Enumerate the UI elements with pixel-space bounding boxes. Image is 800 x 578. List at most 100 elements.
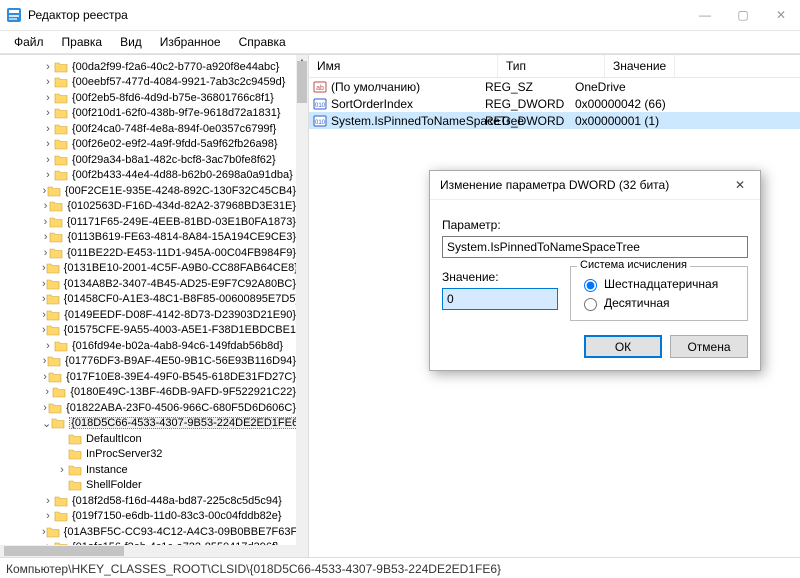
- expand-chevron-icon[interactable]: ›: [42, 169, 54, 181]
- window-title: Редактор реестра: [28, 8, 128, 22]
- tree-item[interactable]: ›{00eebf57-477d-4084-9921-7ab3c2c9459d}: [0, 75, 296, 91]
- tree-item-label: {01776DF3-B9AF-4E50-9B1C-56E93B116D94}: [65, 355, 296, 367]
- close-button[interactable]: ✕: [762, 0, 800, 30]
- tree-item[interactable]: ›{01458CF0-A1E3-48C1-B8F85-00600895E7D5}: [0, 292, 296, 308]
- value-data: 0x00000042 (66): [575, 97, 800, 111]
- tree-hscroll[interactable]: [0, 545, 308, 557]
- expand-chevron-icon[interactable]: ›: [42, 76, 54, 88]
- expand-chevron-icon[interactable]: ›: [42, 200, 49, 212]
- tree-item[interactable]: ›{00f26e02-e9f2-4a9f-9fdd-5a9f62fb26a98}: [0, 137, 296, 153]
- string-value-icon: ab: [313, 80, 327, 94]
- tree-item[interactable]: ›{0113B619-FE63-4814-8A84-15A194CE9CE3}: [0, 230, 296, 246]
- expand-chevron-icon[interactable]: ›: [42, 216, 49, 228]
- expand-chevron-icon[interactable]: ›: [42, 386, 52, 398]
- radio-dec[interactable]: Десятичная: [579, 295, 739, 311]
- tree-item[interactable]: ›{017F10E8-39E4-49F0-B545-618DE31FD27C}: [0, 369, 296, 385]
- tree-item[interactable]: › {00f210d1-62f0-438b-9f7e-9618d72a1831}: [0, 106, 296, 122]
- tree-item[interactable]: › {016fd94e-b02a-4ab8-94c6-149fdab56b8d}: [0, 338, 296, 354]
- col-value[interactable]: Значение: [605, 55, 675, 77]
- tree-item-label: {00f2b433-44e4-4d88-b62b0-2698a0a91dba}: [72, 169, 293, 181]
- tree-item[interactable]: ›{01575CFE-9A55-4003-A5E1-F38D1EBDCBE1}: [0, 323, 296, 339]
- tree-item[interactable]: ›{0131BE10-2001-4C5F-A9B0-CC88FAB64CE8}: [0, 261, 296, 277]
- expand-chevron-icon[interactable]: ›: [42, 247, 49, 259]
- tree-item[interactable]: ›{01822ABA-23F0-4506-966C-680F5D6D606C}: [0, 400, 296, 416]
- radio-hex-input[interactable]: [584, 279, 597, 292]
- tree-item[interactable]: › {00f2b433-44e4-4d88-b62b0-2698a0a91dba}: [0, 168, 296, 184]
- expand-chevron-icon[interactable]: ›: [42, 154, 54, 166]
- tree-item[interactable]: ›{0102563D-F16D-434d-82A2-37968BD3E31E}: [0, 199, 296, 215]
- dialog-close-button[interactable]: ✕: [726, 175, 754, 195]
- value-input[interactable]: [442, 288, 558, 310]
- tree-item-label: InProcServer32: [86, 448, 162, 460]
- expand-chevron-icon[interactable]: ›: [42, 495, 54, 507]
- expand-chevron-icon[interactable]: ›: [42, 510, 54, 522]
- expand-chevron-icon[interactable]: ›: [42, 107, 54, 119]
- tree-item-label: {017F10E8-39E4-49F0-B545-618DE31FD27C}: [66, 371, 296, 383]
- tree-item-label: ShellFolder: [86, 479, 142, 491]
- tree-item[interactable]: ›{00f2eb5-8fd6-4d9d-b75e-36801766c8f1}: [0, 90, 296, 106]
- tree-vscroll[interactable]: ▲ ▼: [296, 55, 308, 557]
- value-data: 0x00000001 (1): [575, 114, 800, 128]
- expand-chevron-icon[interactable]: ›: [42, 231, 49, 243]
- expand-chevron-icon[interactable]: ›: [42, 92, 54, 104]
- tree-item[interactable]: ⌄{018D5C66-4533-4307-9B53-224DE2ED1FE6}: [0, 416, 296, 432]
- value-type: REG_DWORD: [485, 97, 575, 111]
- edit-dword-dialog: Изменение параметра DWORD (32 бита) ✕ Па…: [429, 170, 761, 371]
- values-pane: Имя Тип Значение ab(По умолчанию)REG_SZO…: [309, 55, 800, 557]
- radio-hex[interactable]: Шестнадцатеричная: [579, 276, 739, 292]
- tree-item-label: {011BE22D-E453-11D1-945A-00C04FB984F9}: [67, 247, 296, 259]
- tree-item[interactable]: DefaultIcon: [0, 431, 296, 447]
- tree-item-label: Instance: [86, 464, 128, 476]
- expand-chevron-icon[interactable]: ⌄: [42, 417, 51, 430]
- tree-item-label: {01458CF0-A1E3-48C1-B8F85-00600895E7D5}: [64, 293, 299, 305]
- value-type: REG_SZ: [485, 80, 575, 94]
- regedit-icon: [6, 7, 22, 23]
- tree-item[interactable]: ›{019f7150-e6db-11d0-83c3-00c04fddb82e}: [0, 509, 296, 525]
- col-name[interactable]: Имя: [309, 55, 498, 77]
- expand-chevron-icon[interactable]: ›: [42, 138, 54, 150]
- maximize-button[interactable]: ▢: [724, 0, 762, 30]
- value-row[interactable]: 010System.IsPinnedToNameSpaceTreeREG_DWO…: [309, 112, 800, 129]
- tree-item[interactable]: ›{0180E49C-13BF-46DB-9AFD-9F522921C22}: [0, 385, 296, 401]
- menu-favorites[interactable]: Избранное: [152, 33, 229, 51]
- menu-file[interactable]: Файл: [6, 33, 52, 51]
- hscroll-thumb[interactable]: [4, 546, 124, 556]
- expand-chevron-icon[interactable]: ›: [42, 340, 54, 352]
- tree-item[interactable]: › {00da2f99-f2a6-40c2-b770-a920f8e44abc}: [0, 59, 296, 75]
- expand-chevron-icon[interactable]: ›: [42, 123, 54, 135]
- menu-help[interactable]: Справка: [231, 33, 294, 51]
- dword-value-icon: 010: [313, 97, 327, 111]
- cancel-button[interactable]: Отмена: [670, 335, 748, 358]
- tree-item[interactable]: ›{01776DF3-B9AF-4E50-9B1C-56E93B116D94}: [0, 354, 296, 370]
- value-row[interactable]: ab(По умолчанию)REG_SZOneDrive: [309, 78, 800, 95]
- radio-dec-input[interactable]: [584, 298, 597, 311]
- menu-view[interactable]: Вид: [112, 33, 150, 51]
- column-headers[interactable]: Имя Тип Значение: [309, 55, 800, 78]
- ok-button[interactable]: ОК: [584, 335, 662, 358]
- tree-item[interactable]: ›{01A3BF5C-CC93-4C12-A4C3-09B0BBE7F63F}: [0, 524, 296, 540]
- menu-edit[interactable]: Правка: [54, 33, 111, 51]
- tree-item[interactable]: ShellFolder: [0, 478, 296, 494]
- tree-item[interactable]: › Instance: [0, 462, 296, 478]
- tree-item[interactable]: ›{0134A8B2-3407-4B45-AD25-E9F7C92A80BC}: [0, 276, 296, 292]
- tree-item-label: {00f210d1-62f0-438b-9f7e-9618d72a1831}: [72, 107, 281, 119]
- col-type[interactable]: Тип: [498, 55, 605, 77]
- tree-item[interactable]: › {011BE22D-E453-11D1-945A-00C04FB984F9}: [0, 245, 296, 261]
- expand-chevron-icon[interactable]: ›: [42, 61, 54, 73]
- value-row[interactable]: 010SortOrderIndexREG_DWORD0x00000042 (66…: [309, 95, 800, 112]
- tree-item-label: {00da2f99-f2a6-40c2-b770-a920f8e44abc}: [72, 61, 279, 73]
- tree-item[interactable]: ›{00f24ca0-748f-4e8a-894f-0e0357c6799f}: [0, 121, 296, 137]
- tree-item[interactable]: InProcServer32: [0, 447, 296, 463]
- tree-item[interactable]: ›{00f29a34-b8a1-482c-bcf8-3ac7b0fe8f62}: [0, 152, 296, 168]
- tree-item[interactable]: ›{01171F65-249E-4EEB-81BD-03E1B0FA1873}: [0, 214, 296, 230]
- minimize-button[interactable]: —: [686, 0, 724, 30]
- tree-item[interactable]: ›{018f2d58-f16d-448a-bd87-225c8c5d5c94}: [0, 493, 296, 509]
- tree-item[interactable]: ›{0149EEDF-D08F-4142-8D73-D23903D21E90}: [0, 307, 296, 323]
- registry-tree[interactable]: ›{00da2f99-f2a6-40c2-b770-a920f8e44abc}›…: [0, 55, 309, 557]
- tree-item-label: {016fd94e-b02a-4ab8-94c6-149fdab56b8d}: [72, 340, 283, 352]
- dialog-titlebar[interactable]: Изменение параметра DWORD (32 бита) ✕: [430, 171, 760, 200]
- expand-chevron-icon[interactable]: ›: [56, 464, 68, 476]
- tree-item[interactable]: ›{00F2CE1E-935E-4248-892C-130F32C45CB4}: [0, 183, 296, 199]
- status-bar: Компьютер\HKEY_CLASSES_ROOT\CLSID\{018D5…: [0, 557, 800, 578]
- scroll-thumb[interactable]: [297, 61, 307, 103]
